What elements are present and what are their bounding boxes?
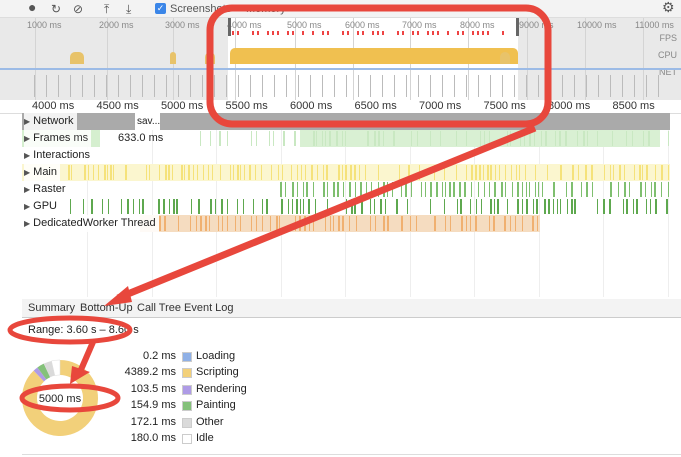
annotation-range-ellipse: [7, 315, 133, 345]
annotation-arrow2-line: [77, 340, 96, 374]
annotation-selection-box: [206, 4, 552, 128]
annotation-total-ellipse: [19, 383, 121, 413]
annotation-arrow2-head: [70, 366, 90, 384]
annotation-arrow-line: [116, 124, 537, 302]
annotation-overlay: [7, 4, 552, 413]
annotation-arrow-head: [104, 286, 132, 306]
